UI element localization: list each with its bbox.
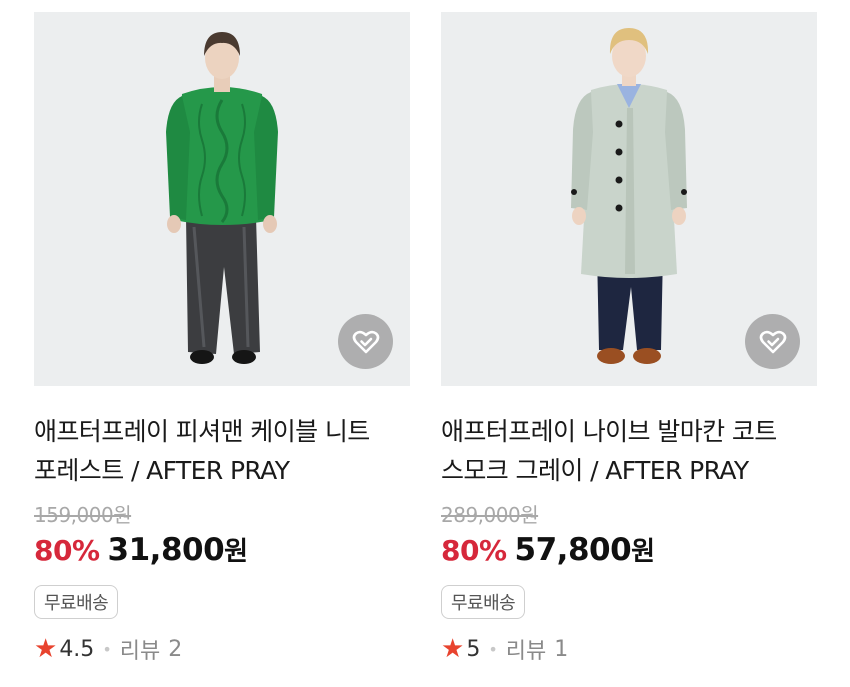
- heart-check-icon: [759, 330, 786, 353]
- wishlist-button[interactable]: [745, 314, 800, 369]
- star-icon: ★: [441, 634, 465, 664]
- separator-dot: •: [102, 639, 112, 659]
- price-row: 80% 57,800 원: [441, 531, 817, 571]
- product-card[interactable]: 애프터프레이 나이브 발마칸 코트 스모크 그레이 / AFTER PRAY 2…: [441, 12, 817, 665]
- discount-rate: 80%: [34, 534, 100, 567]
- review-label: 리뷰: [505, 639, 547, 664]
- separator-dot: •: [488, 639, 498, 659]
- free-shipping-badge: 무료배송: [441, 585, 526, 619]
- price-row: 80% 31,800 원: [34, 531, 410, 571]
- currency-unit: 원: [631, 537, 656, 567]
- heart-check-icon: [352, 330, 379, 353]
- review-count: 1: [554, 636, 569, 662]
- original-price: 289,000원: [441, 503, 539, 527]
- original-price: 159,000원: [34, 503, 132, 527]
- star-icon: ★: [34, 634, 58, 664]
- discount-rate: 80%: [441, 534, 507, 567]
- rating-value: 4.5: [59, 636, 95, 662]
- free-shipping-badge: 무료배송: [34, 585, 119, 619]
- currency-unit: 원: [224, 537, 249, 567]
- review-label: 리뷰: [119, 639, 161, 664]
- product-title[interactable]: 애프터프레이 피셔맨 케이블 니트 포레스트 / AFTER PRAY: [34, 412, 394, 490]
- product-card[interactable]: 애프터프레이 피셔맨 케이블 니트 포레스트 / AFTER PRAY 159,…: [34, 12, 410, 665]
- sale-price: 57,800: [514, 532, 632, 568]
- rating-value: 5: [466, 636, 481, 662]
- rating-row: ★ 4.5 • 리뷰 2: [34, 633, 410, 665]
- sale-price: 31,800: [107, 532, 225, 568]
- rating-row: ★ 5 • 리뷰 1: [441, 633, 817, 665]
- product-image[interactable]: [34, 12, 410, 386]
- product-grid: 애프터프레이 피셔맨 케이블 니트 포레스트 / AFTER PRAY 159,…: [0, 0, 850, 687]
- wishlist-button[interactable]: [338, 314, 393, 369]
- product-image[interactable]: [441, 12, 817, 386]
- product-title[interactable]: 애프터프레이 나이브 발마칸 코트 스모크 그레이 / AFTER PRAY: [441, 412, 801, 490]
- review-count: 2: [168, 636, 183, 662]
